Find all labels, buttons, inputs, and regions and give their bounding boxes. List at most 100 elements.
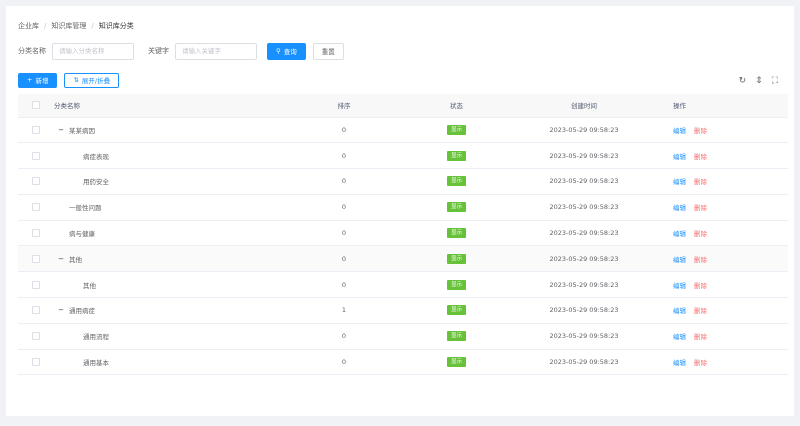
category-name: 某某病因 [69,126,95,135]
header-ops: 操作 [659,94,788,118]
status-badge: 显示 [446,357,466,368]
breadcrumb: 企业库 / 知识库管理 / 知识库分类 [18,20,134,32]
sort-cell: 0 [284,220,404,247]
delete-link[interactable]: 删除 [694,359,707,367]
add-button[interactable]: + 新增 [18,72,58,88]
expand-collapse-label: 展开/折叠 [81,77,111,85]
query-button[interactable]: ⚲ 查询 [267,42,306,60]
fullscreen-icon[interactable]: ⛶ [772,76,778,86]
row-checkbox[interactable] [32,125,40,134]
reset-button-label: 重置 [321,48,335,56]
breadcrumb-item-kb-manage[interactable]: 知识库管理 [51,21,86,31]
name-cell: 病症表现 [54,142,284,170]
expand-collapse-button[interactable]: ⇅ 展开/折叠 [64,72,120,88]
status-cell: 显示 [404,245,509,273]
time-cell: 2023-05-29 09:58:23 [509,297,659,324]
delete-link[interactable]: 删除 [694,307,707,315]
name-cell: − 某某病因 [54,117,284,144]
row-checkbox-cell [18,271,54,299]
column-height-icon[interactable]: ⇕ [755,76,763,86]
status-badge: 显示 [446,331,466,342]
sort-icon: ⇅ [73,76,79,84]
edit-link[interactable]: 编辑 [673,153,686,161]
delete-link[interactable]: 删除 [694,153,707,161]
category-name: 通用流程 [83,333,109,342]
delete-link[interactable]: 删除 [694,282,707,290]
status-cell: 显示 [404,323,509,350]
delete-link[interactable]: 删除 [694,178,707,186]
row-checkbox-cell [18,194,54,221]
table-row: 病与健康 0 显示 2023-05-29 09:58:23 编辑 删除 [18,220,788,247]
collapse-icon[interactable]: − [57,126,65,134]
edit-link[interactable]: 编辑 [673,178,686,186]
row-checkbox[interactable] [32,229,40,238]
sort-cell: 0 [284,117,404,144]
table-row: 病症表现 0 显示 2023-05-29 09:58:23 编辑 删除 [18,142,788,170]
row-checkbox[interactable] [32,177,40,186]
sort-cell: 1 [284,297,404,324]
reset-button[interactable]: 重置 [312,42,344,60]
edit-link[interactable]: 编辑 [673,256,686,264]
breadcrumb-item-home[interactable]: 企业库 [18,21,39,31]
status-badge: 显示 [446,305,466,316]
name-cell: − 通用病症 [54,297,284,324]
edit-link[interactable]: 编辑 [673,230,686,238]
query-button-label: 查询 [283,48,297,56]
header-status: 状态 [404,94,509,118]
row-checkbox[interactable] [32,306,40,315]
row-checkbox[interactable] [32,254,40,263]
row-checkbox-cell [18,220,54,247]
time-cell: 2023-05-29 09:58:23 [509,245,659,273]
edit-link[interactable]: 编辑 [673,307,686,315]
status-cell: 显示 [404,168,509,195]
status-cell: 显示 [404,117,509,144]
row-checkbox[interactable] [32,358,40,367]
status-badge: 显示 [446,176,466,187]
delete-link[interactable]: 删除 [694,204,707,212]
edit-link[interactable]: 编辑 [673,333,686,341]
category-name-input[interactable] [52,42,134,60]
edit-link[interactable]: 编辑 [673,359,686,367]
delete-link[interactable]: 删除 [694,333,707,341]
delete-link[interactable]: 删除 [694,127,707,135]
edit-link[interactable]: 编辑 [673,204,686,212]
row-checkbox[interactable] [32,332,40,341]
status-cell: 显示 [404,297,509,324]
status-badge: 显示 [446,279,466,290]
status-cell: 显示 [404,349,509,376]
main-card: 企业库 / 知识库管理 / 知识库分类 分类名称 关键字 ⚲ 查询 重置 + 新… [6,6,794,416]
sort-cell: 0 [284,142,404,170]
time-cell: 2023-05-29 09:58:23 [509,117,659,144]
time-cell: 2023-05-29 09:58:23 [509,349,659,376]
toolbar: + 新增 ⇅ 展开/折叠 [18,72,120,88]
collapse-icon[interactable]: − [57,306,65,314]
edit-link[interactable]: 编辑 [673,282,686,290]
table-row: − 某某病因 0 显示 2023-05-29 09:58:23 编辑 删除 [18,117,788,144]
select-all-checkbox[interactable] [32,101,40,110]
status-badge: 显示 [446,253,466,264]
breadcrumb-separator: / [91,22,94,30]
status-badge: 显示 [446,202,466,213]
collapse-icon[interactable]: − [57,255,65,263]
row-checkbox[interactable] [32,280,40,289]
refresh-icon[interactable]: ↻ [739,76,747,86]
delete-link[interactable]: 删除 [694,256,707,264]
search-form: 分类名称 关键字 ⚲ 查询 重置 [18,42,344,60]
table-row: 其他 0 显示 2023-05-29 09:58:23 编辑 删除 [18,271,788,299]
edit-link[interactable]: 编辑 [673,127,686,135]
ops-cell: 编辑 删除 [659,323,788,350]
ops-cell: 编辑 删除 [659,194,788,221]
row-checkbox-cell [18,297,54,324]
name-cell: 通用流程 [54,323,284,350]
name-cell: − 其他 [54,245,284,273]
keyword-input[interactable] [175,42,257,60]
header-name: 分类名称 [54,94,284,118]
table-row: 通用流程 0 显示 2023-05-29 09:58:23 编辑 删除 [18,323,788,350]
row-checkbox[interactable] [32,203,40,212]
category-name: 用药安全 [83,178,109,187]
row-checkbox-cell [18,323,54,350]
category-name: 病与健康 [69,230,95,239]
ops-cell: 编辑 删除 [659,297,788,324]
row-checkbox[interactable] [32,151,40,160]
delete-link[interactable]: 删除 [694,230,707,238]
